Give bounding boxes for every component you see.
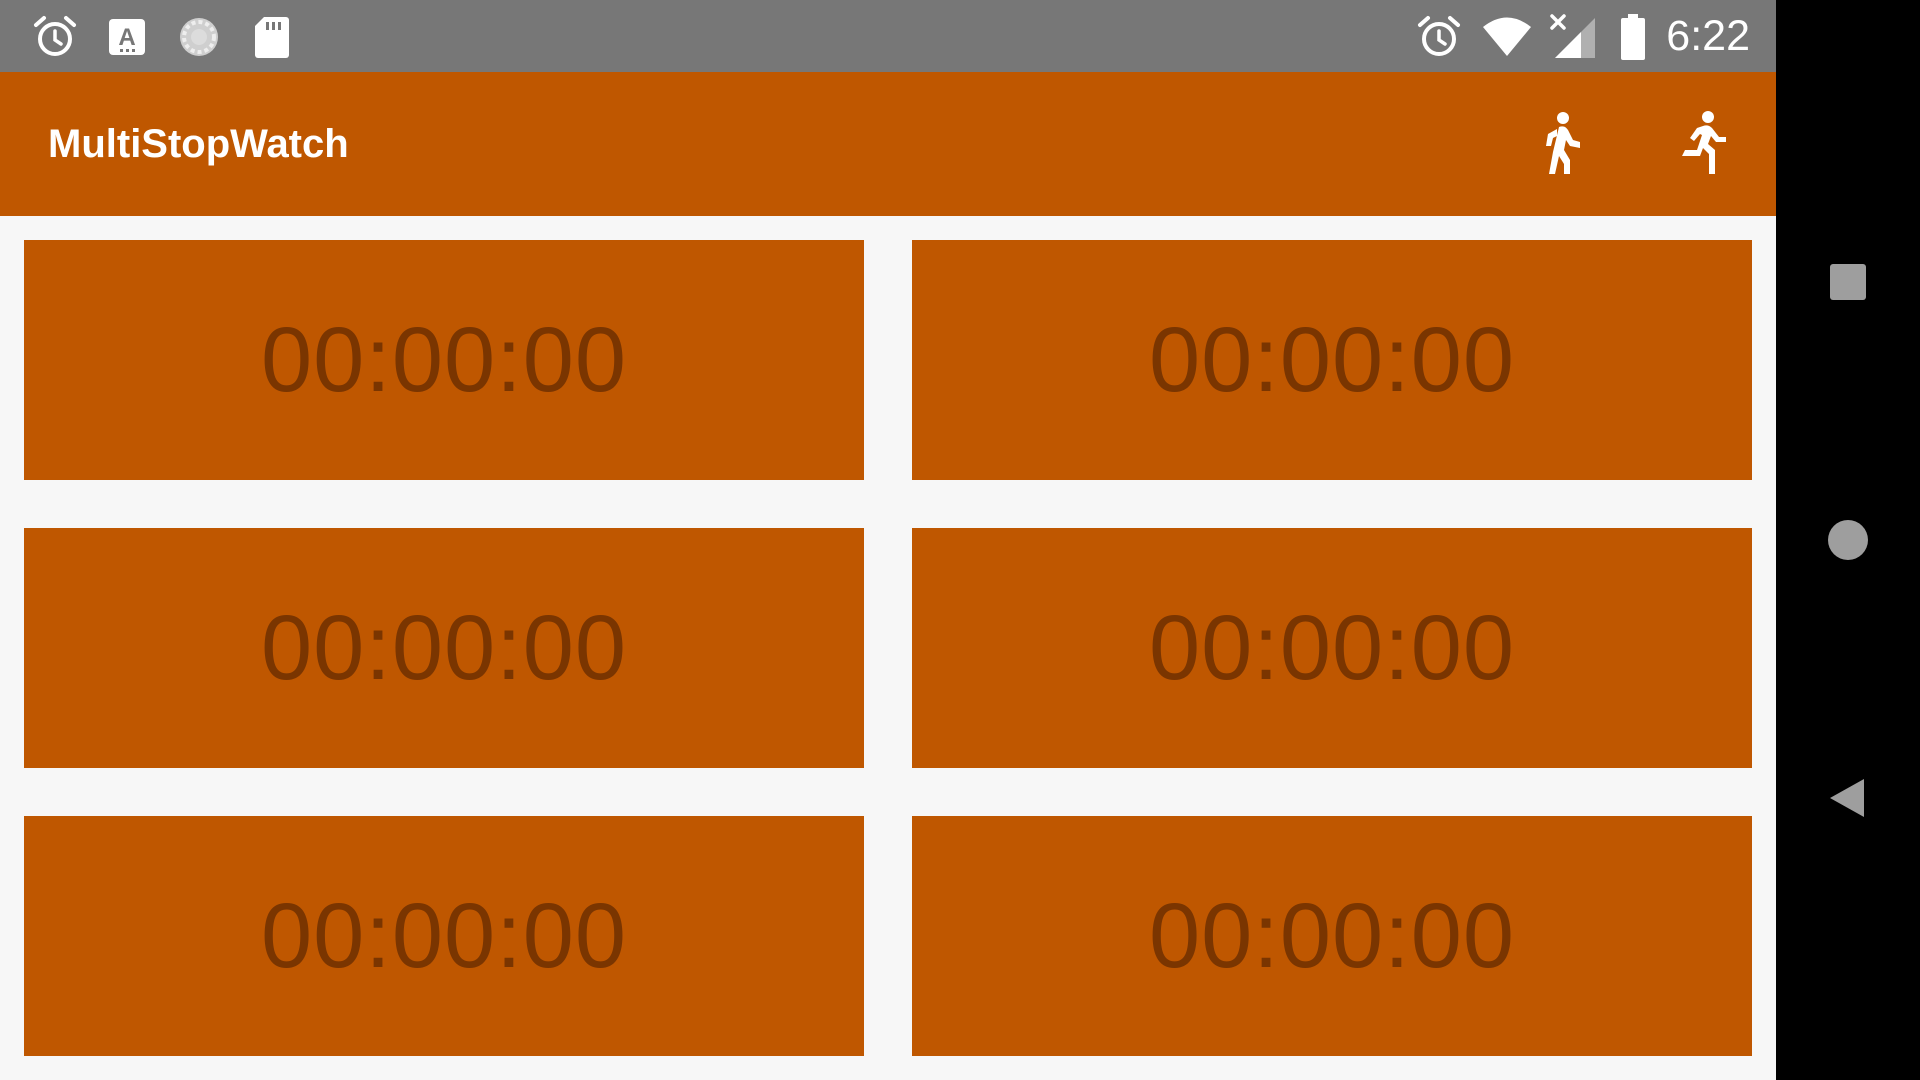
run-action-button[interactable] xyxy=(1664,108,1736,180)
stopwatch-grid: 00:00:00 00:00:00 00:00:00 00:00:00 00:0… xyxy=(24,240,1752,1056)
app-screen: A 6:22 MultiStopWatch 00:00:00 00:00:00 … xyxy=(0,0,1776,1080)
stopwatch-tile[interactable]: 00:00:00 xyxy=(24,240,864,480)
stopwatch-time: 00:00:00 xyxy=(1148,884,1516,987)
alarm-icon xyxy=(30,12,80,62)
app-title: MultiStopWatch xyxy=(48,122,349,166)
recents-icon xyxy=(1830,264,1866,300)
stopwatch-tile[interactable]: 00:00:00 xyxy=(912,528,1752,768)
walk-icon xyxy=(1546,112,1580,174)
stopwatch-time: 00:00:00 xyxy=(1148,308,1516,411)
navigation-bar xyxy=(1776,0,1920,1080)
wifi-icon xyxy=(1482,12,1532,62)
sync-icon xyxy=(174,12,224,62)
svg-text:A: A xyxy=(118,24,135,51)
stopwatch-tile[interactable]: 00:00:00 xyxy=(912,240,1752,480)
alarm-icon xyxy=(1414,12,1464,62)
status-bar: A 6:22 xyxy=(0,0,1776,72)
stopwatch-tile[interactable]: 00:00:00 xyxy=(24,816,864,1056)
walk-action-button[interactable] xyxy=(1524,108,1596,180)
home-icon xyxy=(1828,520,1868,560)
run-icon xyxy=(1682,111,1726,174)
keyboard-a-icon: A xyxy=(102,12,152,62)
back-icon xyxy=(1830,779,1864,817)
stopwatch-time: 00:00:00 xyxy=(260,884,628,987)
sd-card-icon xyxy=(246,12,296,62)
home-button[interactable] xyxy=(1812,504,1884,576)
cell-signal-off-icon xyxy=(1548,12,1598,62)
back-button[interactable] xyxy=(1812,762,1884,834)
stopwatch-time: 00:00:00 xyxy=(1148,596,1516,699)
stopwatch-tile[interactable]: 00:00:00 xyxy=(912,816,1752,1056)
status-time: 6:22 xyxy=(1666,12,1750,60)
stopwatch-time: 00:00:00 xyxy=(260,308,628,411)
app-bar: MultiStopWatch xyxy=(0,72,1776,216)
stopwatch-time: 00:00:00 xyxy=(260,596,628,699)
recents-button[interactable] xyxy=(1812,246,1884,318)
battery-icon xyxy=(1608,12,1658,62)
stopwatch-tile[interactable]: 00:00:00 xyxy=(24,528,864,768)
